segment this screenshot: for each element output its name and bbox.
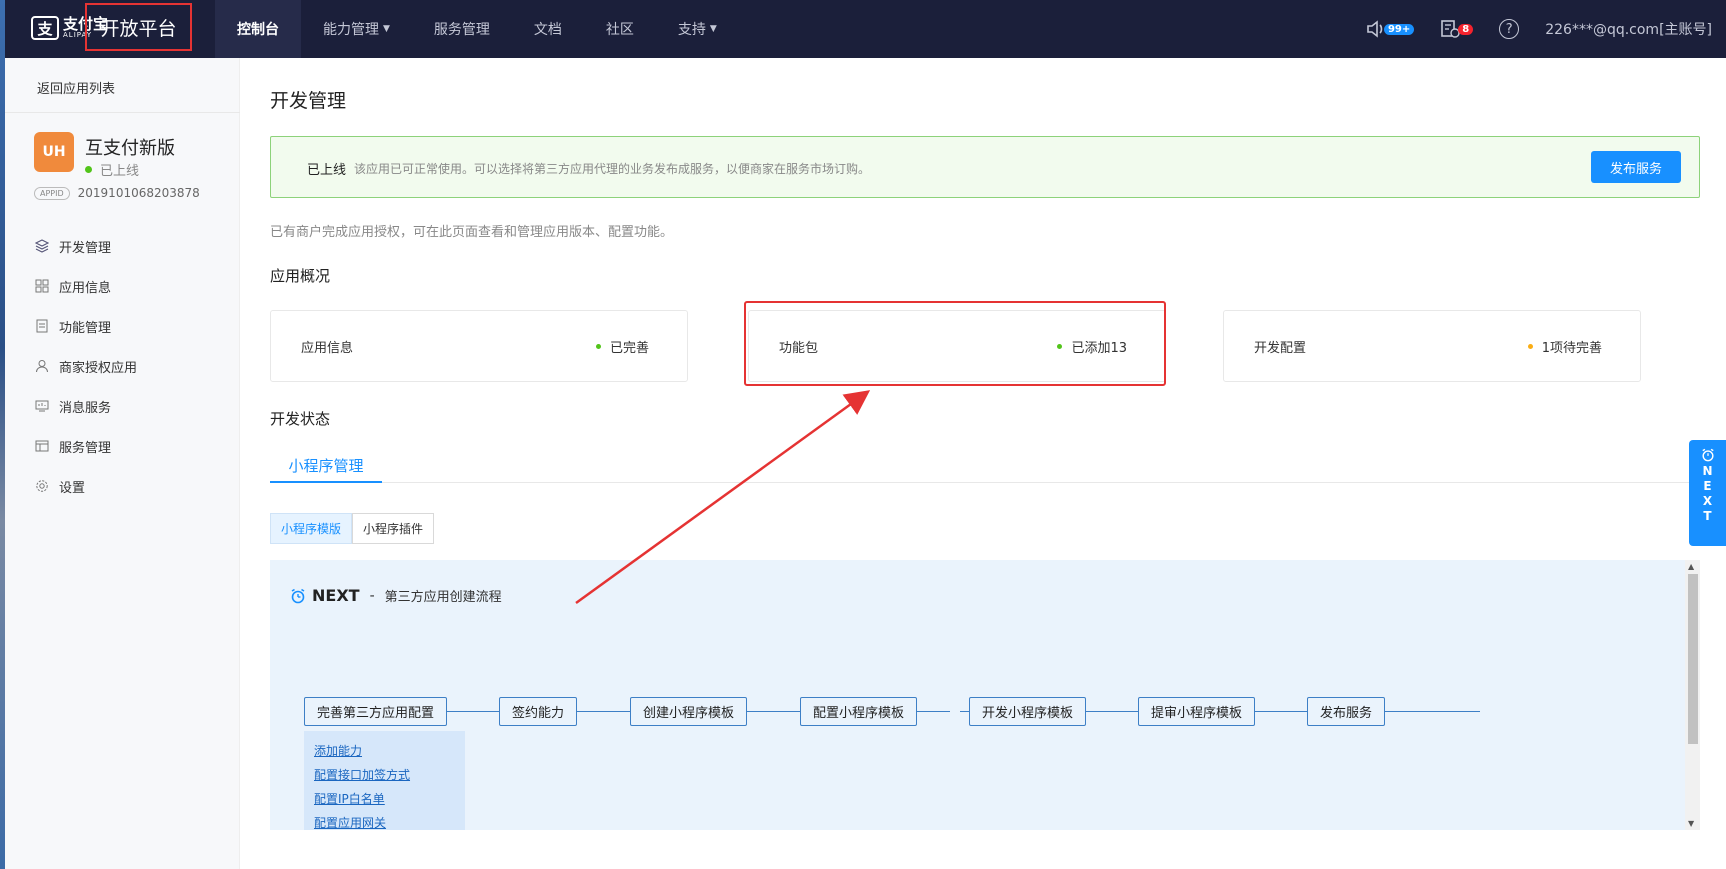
open-platform-title[interactable]: 开放平台	[85, 3, 192, 51]
link-config-sign[interactable]: 配置接口加签方式	[314, 763, 465, 787]
status-notice: 已上线 该应用已可正常使用。可以选择将第三方应用代理的业务发布成服务，以便商家在…	[270, 136, 1700, 198]
chevron-down-icon: ▼	[383, 24, 390, 34]
scroll-thumb[interactable]	[1688, 574, 1698, 744]
nav-support[interactable]: 支持 ▼	[656, 0, 739, 58]
flow-step[interactable]: 完善第三方应用配置	[304, 697, 448, 726]
nav-console[interactable]: 控制台	[215, 0, 301, 58]
app-status: 已上线	[85, 160, 139, 179]
nav-service[interactable]: 服务管理	[412, 0, 512, 58]
card-status: 已完善	[595, 337, 649, 356]
card-label: 应用信息	[301, 341, 354, 356]
next-float-tab[interactable]: N E X T	[1689, 440, 1726, 546]
card-app-info[interactable]: 应用信息 已完善	[270, 310, 688, 382]
publish-service-button[interactable]: 发布服务	[1591, 151, 1681, 183]
layers-icon	[33, 238, 51, 254]
sidebar-item-dev-manage[interactable]: 开发管理	[33, 226, 137, 266]
scroll-down-icon[interactable]: ▼	[1688, 819, 1694, 828]
sidebar-menu: 开发管理 应用信息 功能管理 商家授权应用 消息服务 服务管理 设置	[33, 226, 137, 506]
notification-badge: 99+	[1383, 23, 1415, 35]
main-content: 开发管理 已上线 该应用已可正常使用。可以选择将第三方应用代理的业务发布成服务，…	[270, 58, 1700, 869]
alarm-clock-icon	[291, 588, 305, 603]
creation-flow-panel: NEXT - 第三方应用创建流程 完善第三方应用配置 签约能力 创建小程序模板 …	[270, 560, 1685, 830]
sidebar-item-merchant-auth[interactable]: 商家授权应用	[33, 346, 137, 386]
flow-step[interactable]: 创建小程序模板	[630, 697, 748, 726]
appid-row: APPID 2019101068203878	[34, 186, 200, 200]
status-dot	[85, 166, 92, 173]
nav-docs[interactable]: 文档	[512, 0, 584, 58]
sidebar-item-app-info[interactable]: 应用信息	[33, 266, 137, 306]
dev-status-title: 开发状态	[270, 410, 331, 428]
appid-value: 2019101068203878	[77, 186, 200, 200]
monitor-icon	[33, 398, 51, 414]
app-avatar: UH	[34, 132, 74, 172]
document-icon	[33, 318, 51, 334]
segment-control: 小程序模版 小程序插件	[270, 513, 435, 544]
tab-bar: 小程序管理	[270, 450, 1700, 483]
sidebar: 返回应用列表 UH 互支付新版 已上线 APPID 20191010682038…	[5, 58, 240, 869]
sidebar-item-function-manage[interactable]: 功能管理	[33, 306, 137, 346]
flow-step[interactable]: 发布服务	[1307, 697, 1386, 726]
top-navbar: 支 支付宝 ALIPAY 开放平台 控制台 能力管理 ▼ 服务管理 文档 社区 支…	[5, 0, 1726, 58]
notification-button[interactable]: 99+	[1366, 19, 1415, 39]
status-dot	[1527, 344, 1533, 349]
user-icon	[33, 358, 51, 374]
notice-label: 已上线	[307, 163, 347, 178]
appid-tag: APPID	[34, 186, 70, 200]
flow-scrollbar[interactable]: ▲ ▼	[1685, 560, 1700, 830]
nav-community[interactable]: 社区	[584, 0, 656, 58]
help-icon: ?	[1499, 19, 1520, 39]
flow-next-label: NEXT	[312, 586, 360, 605]
flow-subtitle: 第三方应用创建流程	[384, 590, 502, 605]
flow-header: NEXT - 第三方应用创建流程	[290, 586, 502, 605]
sidebar-item-service-manage[interactable]: 服务管理	[33, 426, 137, 466]
card-status: 1项待完善	[1527, 337, 1602, 356]
flow-dash: -	[369, 587, 375, 604]
alarm-clock-icon	[1701, 448, 1714, 462]
page-title: 开发管理	[270, 90, 347, 112]
alipay-logo-icon: 支	[31, 16, 59, 40]
tab-miniprogram-manage[interactable]: 小程序管理	[270, 450, 382, 483]
sidebar-item-message-service[interactable]: 消息服务	[33, 386, 137, 426]
flow-step[interactable]: 提审小程序模板	[1138, 697, 1256, 726]
notice-text: 该应用已可正常使用。可以选择将第三方应用代理的业务发布成服务，以便商家在服务市场…	[354, 162, 871, 176]
gear-icon	[33, 478, 51, 494]
back-to-app-list[interactable]: 返回应用列表	[37, 78, 115, 97]
header-tools: 99+ 8 ? 226***@qq.com[主账号]	[1366, 0, 1726, 58]
segment-plugin[interactable]: 小程序插件	[352, 513, 435, 544]
card-label: 开发配置	[1254, 341, 1307, 356]
divider	[5, 112, 240, 113]
task-badge: 8	[1458, 23, 1474, 35]
nav-capability[interactable]: 能力管理 ▼	[301, 0, 412, 58]
page-hint: 已有商户完成应用授权，可在此页面查看和管理应用版本、配置功能。	[270, 225, 674, 240]
app-name: 互支付新版	[85, 138, 175, 159]
link-add-capability[interactable]: 添加能力	[314, 739, 465, 763]
task-button[interactable]: 8	[1440, 19, 1474, 39]
link-config-ip-whitelist[interactable]: 配置IP白名单	[314, 787, 465, 811]
overview-title: 应用概况	[270, 267, 331, 285]
segment-template[interactable]: 小程序模版	[270, 513, 353, 544]
help-button[interactable]: ?	[1499, 19, 1520, 39]
link-config-gateway[interactable]: 配置应用网关	[314, 811, 465, 835]
sidebar-item-settings[interactable]: 设置	[33, 466, 137, 506]
step-sub-links: 添加能力 配置接口加签方式 配置IP白名单 配置应用网关	[304, 731, 465, 830]
grid-icon	[33, 278, 51, 294]
main-nav: 控制台 能力管理 ▼ 服务管理 文档 社区 支持 ▼	[215, 0, 739, 58]
next-letters: N E X T	[1702, 464, 1713, 523]
flow-step[interactable]: 签约能力	[499, 697, 578, 726]
table-icon	[33, 438, 51, 454]
annotation-highlight-box	[744, 301, 1166, 386]
chevron-down-icon: ▼	[709, 24, 717, 34]
flow-step[interactable]: 开发小程序模板	[969, 697, 1087, 726]
account-menu[interactable]: 226***@qq.com[主账号]	[1545, 19, 1712, 39]
status-dot	[595, 344, 601, 349]
scroll-up-icon[interactable]: ▲	[1688, 562, 1694, 571]
card-dev-config[interactable]: 开发配置 1项待完善	[1223, 310, 1641, 382]
flow-step[interactable]: 配置小程序模板	[800, 697, 918, 726]
